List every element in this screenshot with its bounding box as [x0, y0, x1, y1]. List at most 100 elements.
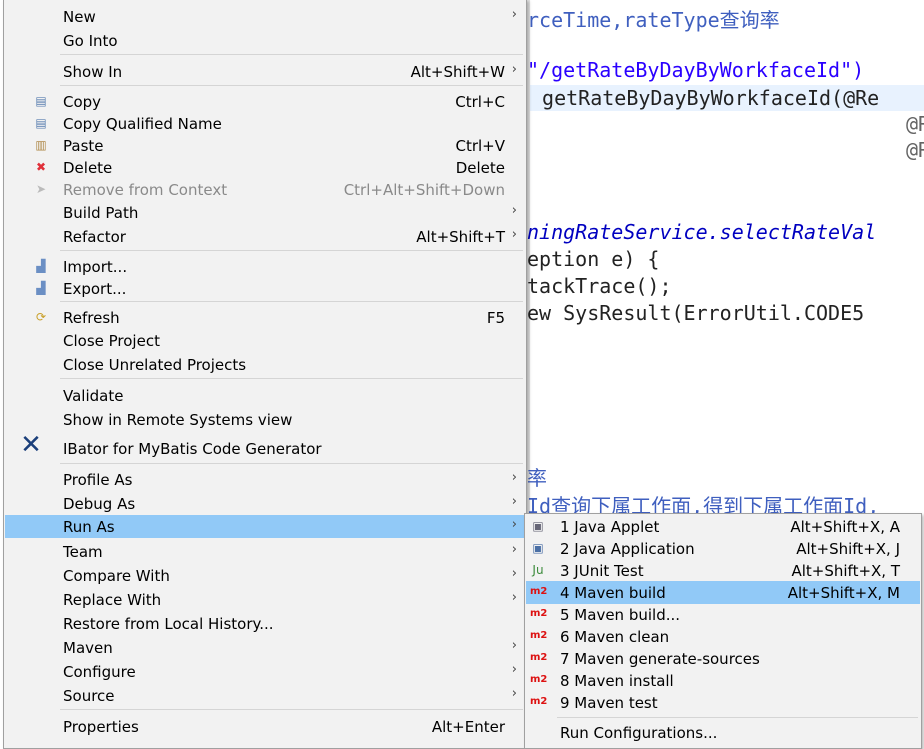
menu-item-go-into[interactable]: Go Into: [5, 29, 525, 52]
menu-item-7-maven-generate-sources[interactable]: m2 7 Maven generate-sources: [526, 647, 920, 670]
menu-item-close-unrelated-projects[interactable]: Close Unrelated Projects: [5, 353, 525, 376]
menu-item-label: Refresh: [63, 309, 120, 327]
menu-item-label: Import...: [63, 258, 128, 276]
menu-item-restore-from-local-history[interactable]: Restore from Local History...: [5, 612, 525, 635]
menu-item-properties[interactable]: Properties Alt+Enter: [5, 715, 525, 738]
menu-item-label: Validate: [63, 387, 124, 405]
submenu-arrow-icon: ›: [511, 542, 517, 557]
shortcut-label: Ctrl+Alt+Shift+Down: [343, 181, 505, 199]
menu-item-debug-as[interactable]: Debug As ›: [5, 492, 525, 515]
menu-item-label: New: [63, 8, 96, 26]
menu-item-label: 7 Maven generate-sources: [560, 650, 760, 668]
menu-item-copy-qualified-name[interactable]: ▤ Copy Qualified Name: [5, 112, 525, 135]
menu-item-copy[interactable]: ▤ Copy Ctrl+C: [5, 90, 525, 113]
shortcut-label: Alt+Shift+X, T: [791, 562, 900, 580]
code-line: tackTrace();: [527, 274, 672, 298]
code-line: eption e) {: [527, 247, 660, 271]
maven-icon: m2: [530, 630, 548, 641]
shortcut-label: Alt+Shift+X, A: [790, 518, 900, 536]
menu-item-label: Remove from Context: [63, 181, 228, 199]
code-line: getRateByDayByWorkfaceId(@Re: [530, 86, 880, 110]
submenu-arrow-icon: ›: [511, 590, 517, 605]
menu-item-1-java-applet[interactable]: ▣ 1 Java Applet Alt+Shift+X, A: [526, 515, 920, 538]
menu-item-label: Delete: [63, 159, 113, 177]
menu-item-import[interactable]: ▟ Import...: [5, 255, 525, 278]
shortcut-label: Alt+Shift+X, J: [796, 540, 900, 558]
menu-item-label: Restore from Local History...: [63, 615, 274, 633]
submenu-arrow-icon: ›: [511, 638, 517, 653]
menu-item-label: 6 Maven clean: [560, 628, 670, 646]
shortcut-label: Alt+Shift+W: [410, 63, 505, 81]
menu-item-team[interactable]: Team ›: [5, 540, 525, 563]
menu-item-source[interactable]: Source ›: [5, 684, 525, 707]
ibator-icon: ✕: [20, 430, 42, 460]
menu-item-maven[interactable]: Maven ›: [5, 636, 525, 659]
menu-item-label: Profile As: [63, 471, 133, 489]
code-line: @R: [906, 112, 924, 136]
menu-item-label: Debug As: [63, 495, 136, 513]
junit-icon: Ju: [532, 563, 544, 577]
code-line: "/getRateByDayByWorkfaceId"): [527, 58, 865, 82]
menu-item-refactor[interactable]: Refactor Alt+Shift+T ›: [5, 225, 525, 248]
code-line: 率: [527, 466, 547, 490]
delete-icon: ✖: [35, 160, 47, 174]
maven-icon: m2: [530, 696, 548, 707]
menu-item-5-maven-build[interactable]: m2 5 Maven build...: [526, 603, 920, 626]
menu-item-2-java-application[interactable]: ▣ 2 Java Application Alt+Shift+X, J: [526, 537, 920, 560]
menu-item-paste[interactable]: ▥ Paste Ctrl+V: [5, 134, 525, 157]
menu-item-export[interactable]: ▟ Export...: [5, 277, 525, 300]
menu-item-close-project[interactable]: Close Project: [5, 329, 525, 352]
menu-item-8-maven-install[interactable]: m2 8 Maven install: [526, 669, 920, 692]
menu-item-configure[interactable]: Configure ›: [5, 660, 525, 683]
menu-item-show-in-remote-systems-view[interactable]: Show in Remote Systems view: [5, 408, 525, 431]
maven-icon: m2: [530, 652, 548, 663]
submenu-arrow-icon: ›: [511, 494, 517, 509]
menu-item-run-as[interactable]: Run As ›: [5, 515, 525, 538]
shortcut-label: Ctrl+C: [455, 93, 505, 111]
menu-item-ibator-for-mybatis-code-generator[interactable]: ✕ IBator for MyBatis Code Generator: [5, 430, 525, 460]
context-menu: New › Go Into Show In Alt+Shift+W › ▤ Copy Ctrl+…: [3, 0, 527, 749]
code-line: ningRateService.selectRateVal: [527, 220, 877, 244]
menu-item-label: 2 Java Application: [560, 540, 695, 558]
menu-item-3-junit-test[interactable]: Ju 3 JUnit Test Alt+Shift+X, T: [526, 559, 920, 582]
menu-separator: [60, 301, 523, 302]
menu-item-6-maven-clean[interactable]: m2 6 Maven clean: [526, 625, 920, 648]
menu-item-label: Source: [63, 687, 115, 705]
menu-separator: [60, 85, 523, 86]
shortcut-label: Alt+Shift+T: [416, 228, 505, 246]
paste-icon: ▥: [35, 138, 47, 152]
submenu-arrow-icon: ›: [511, 517, 517, 532]
menu-item-9-maven-test[interactable]: m2 9 Maven test: [526, 691, 920, 714]
submenu-arrow-icon: ›: [511, 470, 517, 485]
maven-icon: m2: [530, 586, 548, 597]
menu-item-label: 4 Maven build: [560, 584, 666, 602]
menu-item-refresh[interactable]: ⟳ Refresh F5: [5, 306, 525, 329]
remove-context-icon: ➤: [35, 182, 47, 196]
menu-item-replace-with[interactable]: Replace With ›: [5, 588, 525, 611]
menu-item-validate[interactable]: Validate: [5, 384, 525, 407]
menu-item-compare-with[interactable]: Compare With ›: [5, 564, 525, 587]
menu-item-label: Compare With: [63, 567, 170, 585]
menu-item-label: Close Project: [63, 332, 160, 350]
code-line: rceTime,rateType查询率: [527, 8, 780, 32]
menu-item-profile-as[interactable]: Profile As ›: [5, 468, 525, 491]
menu-item-run-configurations[interactable]: Run Configurations...: [526, 721, 920, 744]
menu-item-4-maven-build[interactable]: m2 4 Maven build Alt+Shift+X, M: [526, 581, 920, 604]
menu-item-label: IBator for MyBatis Code Generator: [63, 440, 322, 458]
submenu-arrow-icon: ›: [511, 662, 517, 677]
shortcut-label: F5: [486, 309, 505, 327]
menu-item-label: 5 Maven build...: [560, 606, 681, 624]
maven-icon: m2: [530, 674, 548, 685]
menu-item-new[interactable]: New ›: [5, 5, 525, 28]
menu-item-label: 1 Java Applet: [560, 518, 660, 536]
menu-item-delete[interactable]: ✖ Delete Delete: [5, 156, 525, 179]
java-applet-icon: ▣: [532, 519, 544, 533]
menu-item-label: Team: [63, 543, 103, 561]
run-as-submenu: ▣ 1 Java Applet Alt+Shift+X, A ▣ 2 Java Appl…: [524, 513, 922, 749]
shortcut-label: Ctrl+V: [455, 137, 505, 155]
menu-item-build-path[interactable]: Build Path ›: [5, 201, 525, 224]
menu-item-show-in[interactable]: Show In Alt+Shift+W ›: [5, 60, 525, 83]
menu-item-label: Show in Remote Systems view: [63, 411, 293, 429]
menu-separator: [557, 717, 918, 718]
shortcut-label: Delete: [455, 159, 505, 177]
